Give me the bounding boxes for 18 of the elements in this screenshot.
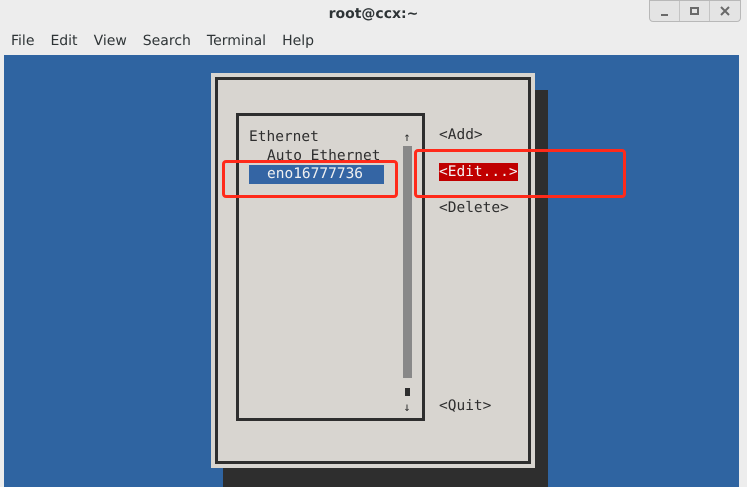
scroll-down-arrow[interactable]: ↓ bbox=[403, 396, 411, 418]
close-icon bbox=[720, 6, 730, 16]
scrollbar-thumb[interactable] bbox=[404, 388, 410, 396]
action-button[interactable]: <Quit> bbox=[439, 397, 492, 415]
menu-item[interactable]: Terminal bbox=[198, 30, 274, 54]
menu-item[interactable]: Help bbox=[274, 30, 322, 54]
menu-item[interactable]: Edit bbox=[42, 30, 86, 54]
connection-item[interactable]: eno16777736 bbox=[249, 165, 384, 184]
menu-item[interactable]: Search bbox=[134, 30, 199, 54]
menu-item[interactable]: View bbox=[86, 30, 135, 54]
window-title: root@ccx:~ bbox=[328, 4, 418, 24]
scroll-up-arrow[interactable]: ↑ bbox=[403, 128, 411, 146]
action-button[interactable]: <Edit...> bbox=[439, 163, 518, 181]
connection-item[interactable]: Auto Ethernet bbox=[249, 146, 384, 165]
action-button[interactable]: <Delete> bbox=[439, 199, 509, 217]
action-button[interactable]: <Add> bbox=[439, 126, 483, 144]
connection-item[interactable]: Ethernet bbox=[249, 128, 384, 146]
menu-item[interactable]: File bbox=[3, 30, 42, 54]
